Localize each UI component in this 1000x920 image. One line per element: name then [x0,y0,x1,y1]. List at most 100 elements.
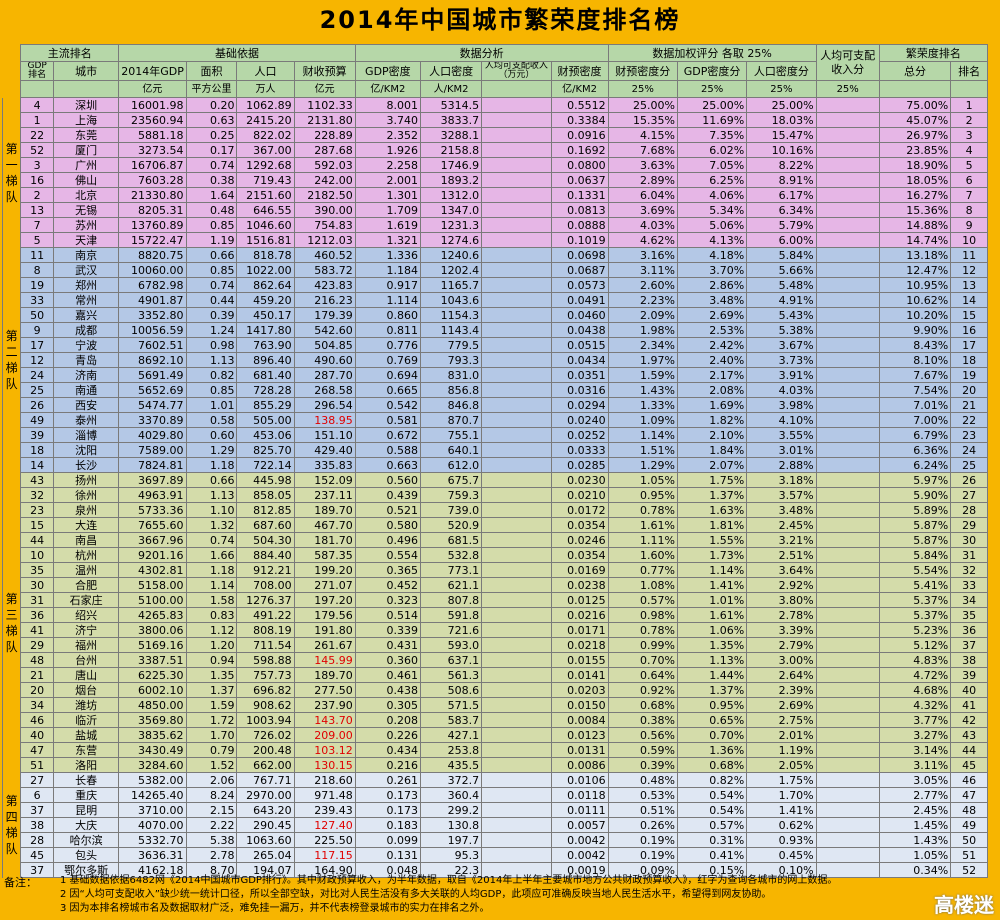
cell-col-14: 7.01% [878,397,952,413]
cell-col-9: 0.0123 [550,727,609,743]
cell-col-9: 0.0438 [550,322,609,338]
cell-col-13 [815,127,880,143]
cell-col-15: 16 [950,322,988,338]
table-row: 50 嘉兴 3352.80 0.39 450.17 179.39 0.860 1154.3 0.… [3,307,988,323]
cell-col-12: 2.01% [746,727,817,743]
cell-col-6: 2.352 [354,127,422,143]
cell-col-4: 896.40 [236,352,295,368]
col-unit-0 [20,80,54,98]
cell-col-10: 2.09% [607,307,678,323]
notes-label: 备注： [4,876,37,889]
cell-col-13 [815,337,880,353]
cell-col-5: 268.58 [293,382,356,398]
header-analysis: 数据分析 [354,44,609,62]
cell-col-11: 2.40% [676,352,748,368]
cell-col-5: 117.15 [293,847,356,863]
cell-col-13 [815,727,880,743]
cell-col-4: 643.20 [236,802,295,818]
cell-col-13 [815,277,880,293]
cell-col-3: 2.22 [185,817,238,833]
cell-col-2: 5733.36 [118,502,187,518]
cell-col-8 [481,97,552,113]
cell-col-5: 467.70 [293,517,356,533]
cell-col-11: 1.13% [676,652,748,668]
cell-col-6: 1.321 [354,232,422,248]
cell-col-0: 3 [20,157,54,173]
cell-col-0: 45 [20,847,54,863]
col-unit-11: 25% [676,80,748,98]
cell-col-11: 3.48% [676,292,748,308]
cell-col-10: 25.00% [607,97,678,113]
cell-col-0: 8 [20,262,54,278]
cell-col-5: 261.67 [293,637,356,653]
tier-label-text: 第二梯队 [5,329,18,391]
cell-col-13 [815,487,880,503]
cell-col-10: 15.35% [607,112,678,128]
cell-col-10: 0.39% [607,757,678,773]
cell-col-6: 0.542 [354,397,422,413]
cell-col-7: 1043.6 [419,292,483,308]
cell-col-8 [481,697,552,713]
cell-col-10: 1.51% [607,442,678,458]
cell-col-12: 1.70% [746,787,817,803]
cell-col-13 [815,577,880,593]
cell-col-0: 18 [20,442,54,458]
table-row: 41 济宁 3800.06 1.12 808.19 191.80 0.339 721.6 0.0… [3,622,988,638]
cell-col-9: 0.0800 [550,157,609,173]
cell-col-9: 0.0106 [550,772,609,788]
cell-col-13 [815,742,880,758]
cell-col-12: 1.41% [746,802,817,818]
cell-col-14: 4.72% [878,667,952,683]
cell-col-9: 0.0252 [550,427,609,443]
cell-col-14: 3.11% [878,757,952,773]
cell-col-14: 8.43% [878,337,952,353]
cell-col-14: 45.07% [878,112,952,128]
cell-col-6: 0.860 [354,307,422,323]
ranking-table-body: 第一梯队 4 深圳 16001.98 0.20 1062.89 1102.33 8.001 53… [1,97,988,878]
cell-col-9: 0.0698 [550,247,609,263]
cell-col-4: 767.71 [236,772,295,788]
col-unit-4: 万人 [236,80,295,98]
cell-col-11: 0.54% [676,802,748,818]
cell-col-14: 6.36% [878,442,952,458]
cell-col-14: 6.79% [878,427,952,443]
cell-col-5: 197.20 [293,592,356,608]
cell-col-5: 971.48 [293,787,356,803]
table-row: 第三梯队 43 扬州 3697.89 0.66 445.98 152.09 0.560 675.… [1,472,988,773]
cell-col-7: 508.6 [419,682,483,698]
cell-col-9: 0.0285 [550,457,609,473]
cell-col-12: 0.62% [746,817,817,833]
cell-col-14: 10.20% [878,307,952,323]
cell-col-11: 1.55% [676,532,748,548]
cell-col-1: 长春 [52,772,120,788]
cell-col-2: 7603.28 [118,172,187,188]
cell-col-5: 138.95 [293,412,356,428]
cell-col-0: 52 [20,142,54,158]
table-row: 35 温州 4302.81 1.18 912.21 199.20 0.365 773.1 0.0… [3,562,988,578]
cell-col-10: 3.69% [607,202,678,218]
cell-col-6: 0.365 [354,562,422,578]
cell-col-8 [481,727,552,743]
cell-col-1: 唐山 [52,667,120,683]
col-header-2: 2014年GDP [118,61,187,81]
cell-col-10: 3.16% [607,247,678,263]
table-row: 10 杭州 9201.16 1.66 884.40 587.35 0.554 532.8 0.0… [3,547,988,563]
cell-col-4: 459.20 [236,292,295,308]
cell-col-0: 17 [20,337,54,353]
cell-col-7: 1893.2 [419,172,483,188]
note-3: 3 因为本排名榜城市名及数据取材广泛，难免挂一漏万，并不代表榜登录城市的实力在排… [60,903,490,914]
cell-col-3: 0.25 [185,127,238,143]
col-unit-9: 亿/KM2 [550,80,609,98]
cell-col-4: 450.17 [236,307,295,323]
cell-col-1: 常州 [52,292,120,308]
cell-col-5: 237.11 [293,487,356,503]
cell-col-9: 0.0240 [550,412,609,428]
cell-col-2: 6002.10 [118,682,187,698]
cell-col-1: 上海 [52,112,120,128]
cell-col-9: 0.0218 [550,637,609,653]
cell-col-2: 5652.69 [118,382,187,398]
cell-col-1: 临沂 [52,712,120,728]
cell-col-1: 福州 [52,637,120,653]
cell-col-11: 2.17% [676,367,748,383]
cell-col-12: 6.17% [746,187,817,203]
